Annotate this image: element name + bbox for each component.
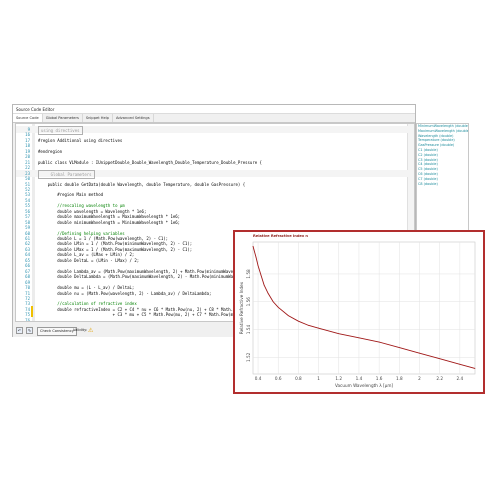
chart-title: Relative Refractive Index n: [253, 234, 308, 238]
data-point: [252, 245, 254, 247]
data-point: [277, 306, 279, 308]
x-tick-label: 0.4: [255, 376, 262, 381]
tab-global-parameters[interactable]: Global Parameters: [43, 114, 83, 122]
y-tick-label: 1.58: [246, 269, 251, 279]
window-title: Source Code Editor: [13, 105, 415, 114]
y-tick-label: 1.54: [246, 325, 251, 335]
parameter-item[interactable]: C8 (double): [417, 182, 468, 187]
data-point: [260, 274, 262, 276]
undo-icon[interactable]: ↶: [16, 327, 23, 334]
data-point: [474, 368, 476, 369]
x-tick-label: 2.4: [457, 376, 464, 381]
plot-area: [252, 241, 476, 375]
data-point: [358, 337, 360, 339]
x-tick-label: 1.4: [356, 376, 363, 381]
editor-tabs: Source Code Global Parameters Snippet He…: [13, 114, 415, 123]
refractive-index-chart: 0.4 0.6 0.8 1 1.2 1.4 1.6 1.8 2 2.2 2.4 1.52 1.54 1.5…: [239, 241, 476, 388]
data-point: [263, 284, 265, 286]
x-tick-label: 1.6: [376, 376, 383, 381]
data-point: [255, 256, 257, 258]
data-point: [318, 327, 319, 329]
data-point: [267, 293, 269, 294]
x-tick-label: 1.2: [335, 376, 342, 381]
data-point: [378, 341, 380, 343]
x-tick-label: 2.2: [436, 376, 443, 381]
validity-label: Validity:: [73, 328, 88, 332]
y-tick-label: 1.52: [246, 352, 251, 362]
data-point: [419, 352, 420, 354]
x-tick-label: 0.6: [275, 376, 282, 381]
data-point: [257, 265, 259, 266]
tab-advanced-settings[interactable]: Advanced Settings: [113, 114, 154, 122]
tab-snippet-help[interactable]: Snippet Help: [83, 114, 113, 122]
edit-icon[interactable]: ✎: [26, 327, 33, 334]
data-point: [308, 325, 309, 326]
y-axis-label: Relative Refractive Index: [239, 281, 244, 334]
refractive-index-chart-window: 0.4 0.6 0.8 1 1.2 1.4 1.6 1.8 2 2.2 2.4 1.52 1.54 1.5…: [233, 230, 485, 394]
validity-warning-icon: ⚠: [88, 327, 94, 334]
data-point: [287, 315, 289, 316]
data-point: [272, 301, 274, 303]
data-point: [439, 358, 441, 360]
data-point: [398, 347, 400, 348]
x-tick-label: 1.8: [396, 376, 403, 381]
x-tick-label: 0.8: [295, 376, 302, 381]
x-tick-label: 2: [418, 376, 421, 381]
tab-source-code[interactable]: Source Code: [13, 114, 43, 122]
x-axis-label: Vacuum Wavelength λ [μm]: [335, 383, 393, 388]
check-consistency-button[interactable]: Check Consistency: [37, 327, 77, 336]
data-point: [459, 363, 461, 365]
line-number: 76: [25, 317, 30, 322]
data-point: [298, 320, 299, 322]
parameter-item[interactable]: MaximumWavelength (double): [417, 129, 468, 134]
x-tick-label: 1: [317, 376, 320, 381]
y-tick-label: 1.56: [246, 297, 251, 307]
data-point: [338, 333, 340, 335]
